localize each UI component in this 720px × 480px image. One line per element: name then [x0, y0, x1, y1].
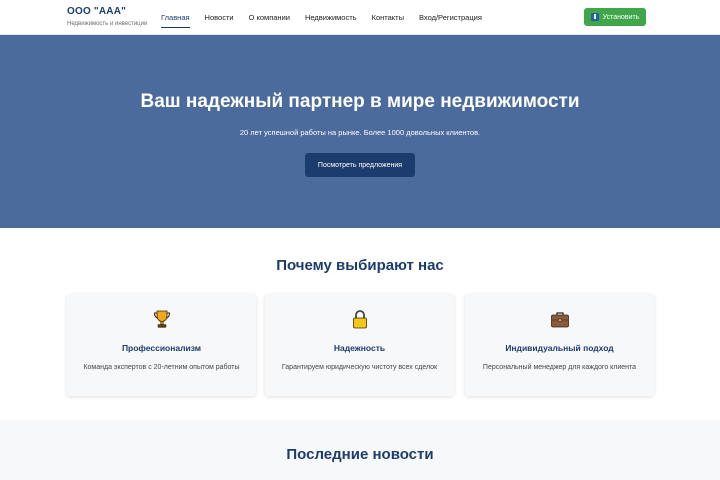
feature-card-title: Профессионализм — [121, 343, 202, 353]
trophy-icon — [153, 310, 171, 328]
logo[interactable]: ООО "ААА" Недвижимость и инвестиции — [67, 5, 147, 29]
feature-card-text: Гарантируем юридическую чистоту всех сде… — [281, 364, 438, 371]
feature-card-title: Индивидуальный подход — [505, 343, 614, 353]
briefcase-icon — [551, 312, 569, 328]
nav-item-about[interactable]: О компании — [249, 0, 290, 28]
nav-item-contacts[interactable]: Контакты — [372, 0, 404, 28]
install-button-label: Установить — [602, 13, 640, 21]
nav-item-home[interactable]: Главная — [161, 0, 190, 28]
nav-item-login[interactable]: Вход/Регистрация — [419, 0, 482, 28]
main-nav: Главная Новости О компании Недвижимость … — [161, 0, 497, 35]
feature-card-text: Персональный менеджер для каждого клиент… — [482, 364, 637, 371]
feature-card-title: Надежность — [333, 343, 386, 353]
download-icon — [590, 13, 599, 21]
nav-item-realty[interactable]: Недвижимость — [305, 0, 357, 28]
feature-card-individual: Индивидуальный подход Персональный менед… — [465, 294, 654, 396]
view-offers-button[interactable]: Посмотреть предложения — [305, 153, 415, 177]
feature-card-reliability: Надежность Гарантируем юридическую чисто… — [265, 294, 454, 396]
nav-item-news[interactable]: Новости — [205, 0, 234, 28]
lock-icon — [353, 310, 367, 329]
install-button[interactable]: Установить — [584, 8, 646, 26]
hero-subtitle: 20 лет успешной работы на рынке. Более 1… — [239, 128, 481, 137]
why-section-title: Почему выбирают нас — [276, 257, 444, 274]
feature-card-professionalism: Профессионализм Команда экспертов с 20-л… — [67, 294, 256, 396]
hero-section: Ваш надежный партнер в мире недвижимости… — [0, 35, 720, 228]
logo-title: ООО "ААА" — [67, 6, 127, 17]
news-section-title: Последние новости — [286, 446, 434, 463]
logo-subtitle: Недвижимость и инвестиции — [67, 21, 148, 27]
feature-card-text: Команда экспертов с 20-летним опытом раб… — [83, 364, 240, 371]
site-header: ООО "ААА" Недвижимость и инвестиции Глав… — [0, 0, 720, 35]
hero-title: Ваш надежный партнер в мире недвижимости — [140, 91, 580, 112]
